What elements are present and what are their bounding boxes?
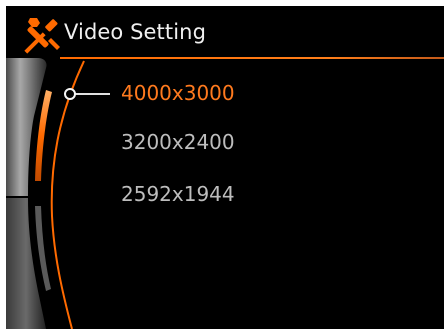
scroll-dial[interactable] — [6, 6, 126, 329]
menu-item-resolution[interactable]: 2592x1944 — [121, 182, 235, 206]
menu-item-resolution[interactable]: 4000x3000 — [121, 81, 235, 105]
dial-active-bar — [35, 90, 52, 181]
pointer-ring — [64, 88, 76, 100]
menu-item-resolution[interactable]: 3200x2400 — [121, 130, 235, 154]
selection-arc — [50, 60, 85, 329]
dial-inactive-bar — [35, 206, 51, 291]
camera-screen: Video Setting 4000x3000 3200x2400 2592x1… — [6, 6, 444, 329]
